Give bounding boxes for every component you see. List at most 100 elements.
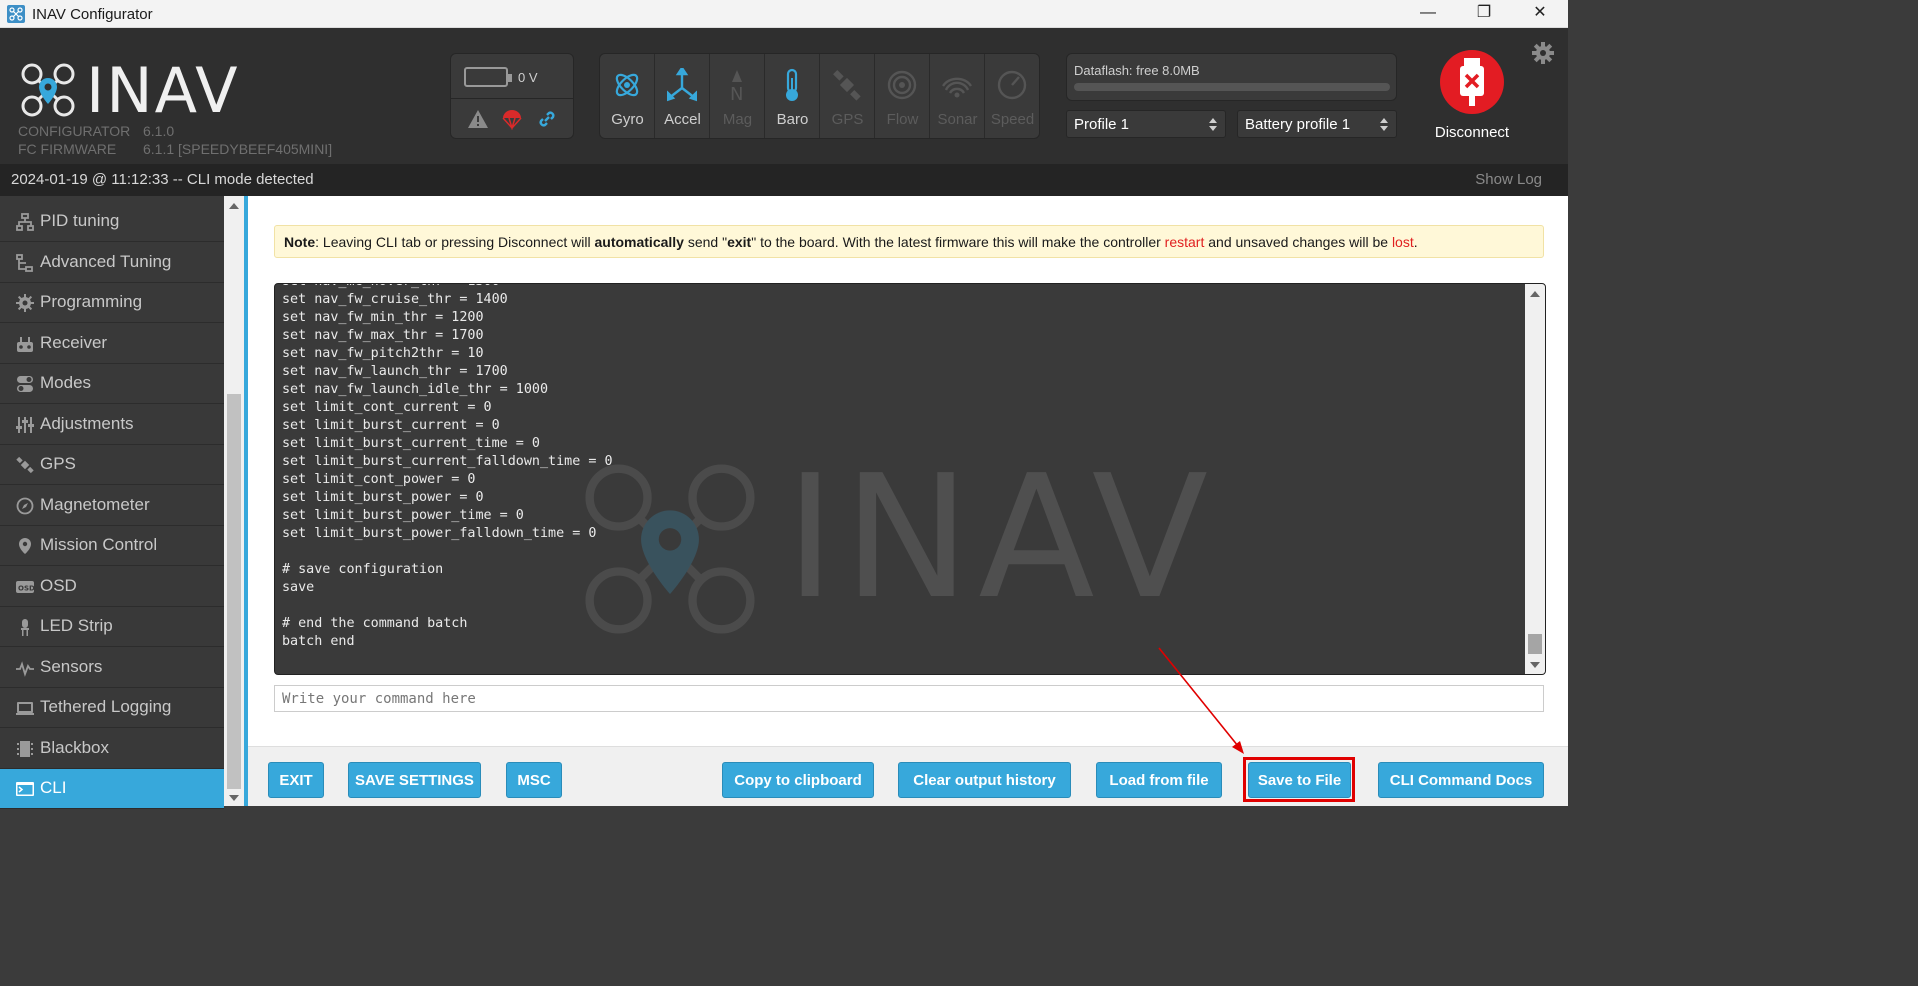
- scroll-up-icon[interactable]: [229, 203, 239, 209]
- sidebar-item-label: CLI: [40, 778, 67, 797]
- gear-icon: [16, 294, 34, 312]
- sidebar-scrollbar[interactable]: [224, 196, 244, 806]
- sidebar-item-led-strip[interactable]: LED Strip: [0, 607, 224, 647]
- cli-output-window[interactable]: INAV set nav_mc_hover_thr = 1300 set nav…: [274, 283, 1546, 675]
- sensor-label: Flow: [886, 111, 919, 128]
- sidebar-item-receiver[interactable]: Receiver: [0, 324, 224, 364]
- failsafe-parachute-icon: [502, 110, 522, 130]
- dataflash-panel: Dataflash: free 8.0MB: [1066, 53, 1397, 101]
- thermometer-icon: [786, 68, 798, 101]
- sidebar-item-sensors[interactable]: Sensors: [0, 648, 224, 688]
- save-settings-button[interactable]: SAVE SETTINGS: [348, 762, 481, 798]
- sensor-accel: Accel: [655, 54, 710, 138]
- sensor-label: Gyro: [611, 111, 644, 128]
- configurator-version: 6.1.0: [143, 123, 175, 139]
- scroll-down-icon[interactable]: [1530, 662, 1540, 668]
- msc-button[interactable]: MSC: [506, 762, 562, 798]
- map-pin-icon: [16, 537, 34, 555]
- status-bar: 2024-01-19 @ 11:12:33 -- CLI mode detect…: [0, 164, 1568, 196]
- scroll-up-icon[interactable]: [1530, 291, 1540, 297]
- terminal-icon: [16, 780, 34, 798]
- cli-output-scrollbar[interactable]: [1525, 284, 1545, 674]
- sensor-status-panel: Gyro Accel N Mag Baro GPS Flow Sonar Spe: [599, 53, 1040, 139]
- app-icon: [7, 5, 25, 23]
- scroll-down-icon[interactable]: [229, 795, 239, 801]
- advanced-tuning-icon: [16, 253, 34, 272]
- cli-output-text: set nav_mc_hover_thr = 1300 set nav_fw_c…: [282, 284, 613, 649]
- toggle-icon: [16, 375, 34, 393]
- accel-icon: [667, 68, 697, 102]
- sidebar-item-pid-tuning[interactable]: PID tuning: [0, 202, 224, 242]
- window-title: INAV Configurator: [32, 6, 153, 23]
- svg-text:N: N: [730, 84, 743, 102]
- warning-icon: [468, 110, 488, 128]
- cli-command-docs-button[interactable]: CLI Command Docs: [1378, 762, 1544, 798]
- cli-command-input[interactable]: [274, 685, 1544, 712]
- exit-button[interactable]: EXIT: [268, 762, 324, 798]
- minimize-button[interactable]: —: [1400, 0, 1456, 28]
- note-bold: automatically: [594, 234, 684, 250]
- sidebar-item-label: Programming: [40, 292, 143, 311]
- copy-to-clipboard-button[interactable]: Copy to clipboard: [722, 762, 874, 798]
- sensor-flow: Flow: [875, 54, 930, 138]
- flow-icon: [887, 70, 917, 100]
- note-label: Note: [284, 234, 316, 250]
- close-window-button[interactable]: ✕: [1512, 0, 1568, 28]
- pid-icon: [16, 213, 34, 231]
- battery-status-panel: 0 V: [450, 53, 574, 139]
- disconnect-button[interactable]: Disconnect: [1432, 50, 1512, 141]
- chip-icon: [16, 740, 34, 758]
- firmware-label: FC FIRMWARE: [18, 141, 117, 157]
- show-log-link[interactable]: Show Log: [1475, 171, 1542, 188]
- status-message: 2024-01-19 @ 11:12:33 -- CLI mode detect…: [11, 171, 314, 188]
- speedometer-icon: [997, 70, 1027, 100]
- note-text: : Leaving CLI tab or pressing Disconnect…: [315, 234, 595, 250]
- scrollbar-thumb[interactable]: [227, 394, 241, 789]
- note-text: .: [1413, 234, 1418, 250]
- scrollbar-thumb[interactable]: [1528, 634, 1542, 654]
- satellite-icon: [833, 70, 861, 101]
- sidebar-item-gps[interactable]: GPS: [0, 445, 224, 485]
- sidebar-item-advanced-tuning[interactable]: Advanced Tuning: [0, 243, 224, 283]
- link-icon: [539, 111, 555, 127]
- note-text: and unsaved changes will be: [1204, 234, 1392, 250]
- battery-profile-select[interactable]: Battery profile 1: [1237, 110, 1397, 138]
- cli-note: Note: Leaving CLI tab or pressing Discon…: [274, 225, 1544, 258]
- sidebar-item-adjustments[interactable]: Adjustments: [0, 405, 224, 445]
- sidebar-item-magnetometer[interactable]: Magnetometer: [0, 486, 224, 526]
- gyro-icon: [615, 73, 639, 97]
- sidebar-item-cli[interactable]: CLI: [0, 769, 224, 809]
- led-icon: [16, 618, 34, 636]
- sidebar-item-tethered-logging[interactable]: Tethered Logging: [0, 688, 224, 728]
- select-arrows-icon: [1380, 117, 1388, 133]
- sidebar-item-modes[interactable]: Modes: [0, 364, 224, 404]
- save-to-file-highlight: [1243, 757, 1355, 802]
- sidebar-item-osd[interactable]: OSD OSD: [0, 567, 224, 607]
- sidebar-item-label: PID tuning: [40, 211, 120, 230]
- sidebar-item-programming[interactable]: Programming: [0, 283, 224, 323]
- sidebar-item-mission-control[interactable]: Mission Control: [0, 526, 224, 566]
- note-warning: lost: [1391, 234, 1414, 250]
- sidebar-item-label: LED Strip: [40, 616, 113, 635]
- profile-select[interactable]: Profile 1: [1066, 110, 1226, 138]
- sidebar-item-label: Modes: [40, 373, 92, 392]
- sensor-label: Sonar: [937, 111, 978, 128]
- sidebar: PID tuning Advanced Tuning Programming Rece…: [0, 196, 224, 809]
- maximize-button[interactable]: ❐: [1456, 0, 1512, 28]
- clear-output-history-button[interactable]: Clear output history: [898, 762, 1071, 798]
- sidebar-item-label: Receiver: [40, 332, 108, 352]
- sidebar-item-blackbox[interactable]: Blackbox: [0, 729, 224, 769]
- usb-disconnect-icon: [1440, 50, 1504, 114]
- svg-text:OSD: OSD: [18, 584, 34, 592]
- sensor-label: GPS: [831, 111, 864, 128]
- dataflash-label: Dataflash: free 8.0MB: [1074, 63, 1200, 78]
- note-bold: exit: [727, 234, 752, 250]
- select-arrows-icon: [1209, 117, 1217, 133]
- sensor-baro: Baro: [765, 54, 820, 138]
- inav-logo-icon: [20, 62, 76, 123]
- sidebar-item-label: Advanced Tuning: [40, 251, 172, 271]
- load-from-file-button[interactable]: Load from file: [1096, 762, 1222, 798]
- sidebar-item-label: Sensors: [40, 656, 103, 676]
- settings-gear-icon[interactable]: [1531, 41, 1555, 65]
- sidebar-item-label: Adjustments: [40, 413, 134, 433]
